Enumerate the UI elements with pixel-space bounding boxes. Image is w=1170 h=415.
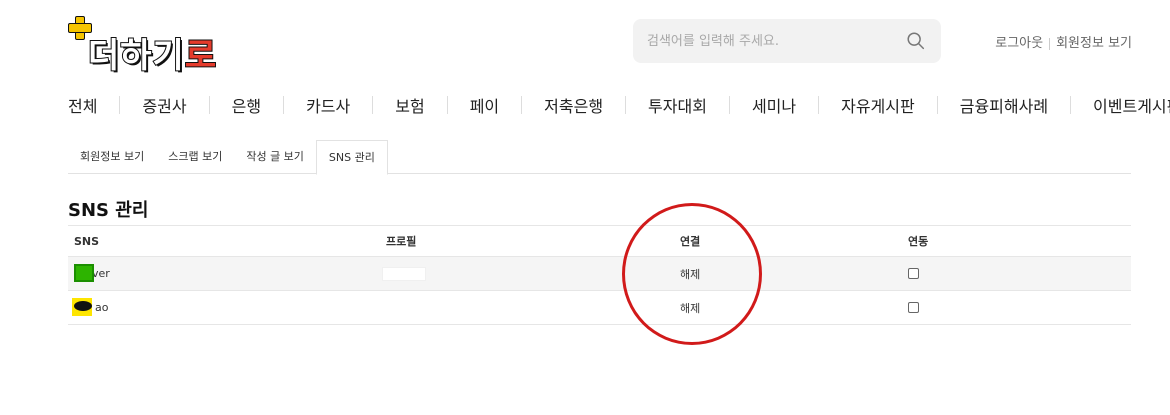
category-nav: 전체 증권사 은행 카드사 보험 페이 저축은행 투자대회 세미나 자유게시판 … bbox=[68, 93, 1170, 117]
search-bar bbox=[633, 19, 941, 63]
tab-member-info[interactable]: 회원정보 보기 bbox=[68, 140, 156, 174]
category-fraud-cases[interactable]: 금융피해사례 bbox=[960, 93, 1048, 117]
tab-scrap[interactable]: 스크랩 보기 bbox=[156, 140, 234, 174]
logo-text: 더하기로 bbox=[87, 35, 218, 77]
column-header-sns: SNS bbox=[74, 234, 100, 248]
mypage-tabs: 회원정보 보기 스크랩 보기 작성 글 보기 SNS 관리 bbox=[68, 140, 1131, 175]
link-checkbox[interactable] bbox=[908, 268, 919, 279]
member-info-link[interactable]: 회원정보 보기 bbox=[1056, 36, 1132, 51]
annotation-circle bbox=[622, 203, 762, 345]
category-securities[interactable]: 증권사 bbox=[142, 93, 186, 117]
tab-my-posts[interactable]: 작성 글 보기 bbox=[234, 140, 316, 174]
category-all[interactable]: 전체 bbox=[68, 93, 97, 117]
logout-link[interactable]: 로그아웃 bbox=[995, 36, 1043, 51]
category-event-board[interactable]: 이벤트게시판 bbox=[1093, 93, 1170, 117]
link-checkbox[interactable] bbox=[908, 302, 919, 313]
kakao-label: ao bbox=[72, 298, 108, 316]
category-bank[interactable]: 은행 bbox=[232, 93, 261, 117]
sns-table: SNS 프로필 연결 연동 ver 해제 ao 해제 bbox=[68, 225, 1131, 325]
column-header-link: 연동 bbox=[908, 235, 929, 248]
category-pay[interactable]: 페이 bbox=[470, 93, 499, 117]
tab-sns-manage[interactable]: SNS 관리 bbox=[315, 140, 388, 175]
profile-cell bbox=[382, 257, 426, 290]
user-nav: 로그아웃 회원정보 보기 bbox=[995, 32, 1132, 51]
site-logo[interactable]: 더하기로 bbox=[68, 14, 238, 77]
divider bbox=[1049, 37, 1051, 50]
link-cell bbox=[908, 257, 919, 290]
sns-cell: ver bbox=[74, 257, 110, 290]
kakao-icon bbox=[72, 298, 92, 316]
naver-icon bbox=[74, 264, 94, 282]
plus-icon bbox=[68, 16, 92, 40]
category-free-board[interactable]: 자유게시판 bbox=[841, 93, 915, 117]
link-cell bbox=[908, 291, 919, 324]
table-row: ao 해제 bbox=[68, 291, 1131, 325]
table-row: ver 해제 bbox=[68, 257, 1131, 291]
category-investment-contest[interactable]: 투자대회 bbox=[648, 93, 707, 117]
category-seminar[interactable]: 세미나 bbox=[752, 93, 796, 117]
category-savings-bank[interactable]: 저축은행 bbox=[544, 93, 603, 117]
sns-cell: ao bbox=[72, 291, 108, 324]
search-input[interactable] bbox=[633, 19, 893, 63]
category-card[interactable]: 카드사 bbox=[306, 93, 350, 117]
category-insurance[interactable]: 보험 bbox=[395, 93, 424, 117]
search-icon[interactable] bbox=[905, 30, 927, 52]
profile-placeholder bbox=[382, 266, 426, 281]
page-title: SNS 관리 bbox=[68, 200, 149, 221]
column-header-profile: 프로필 bbox=[386, 235, 417, 248]
naver-label: ver bbox=[74, 264, 110, 282]
table-header: SNS 프로필 연결 연동 bbox=[68, 225, 1131, 257]
